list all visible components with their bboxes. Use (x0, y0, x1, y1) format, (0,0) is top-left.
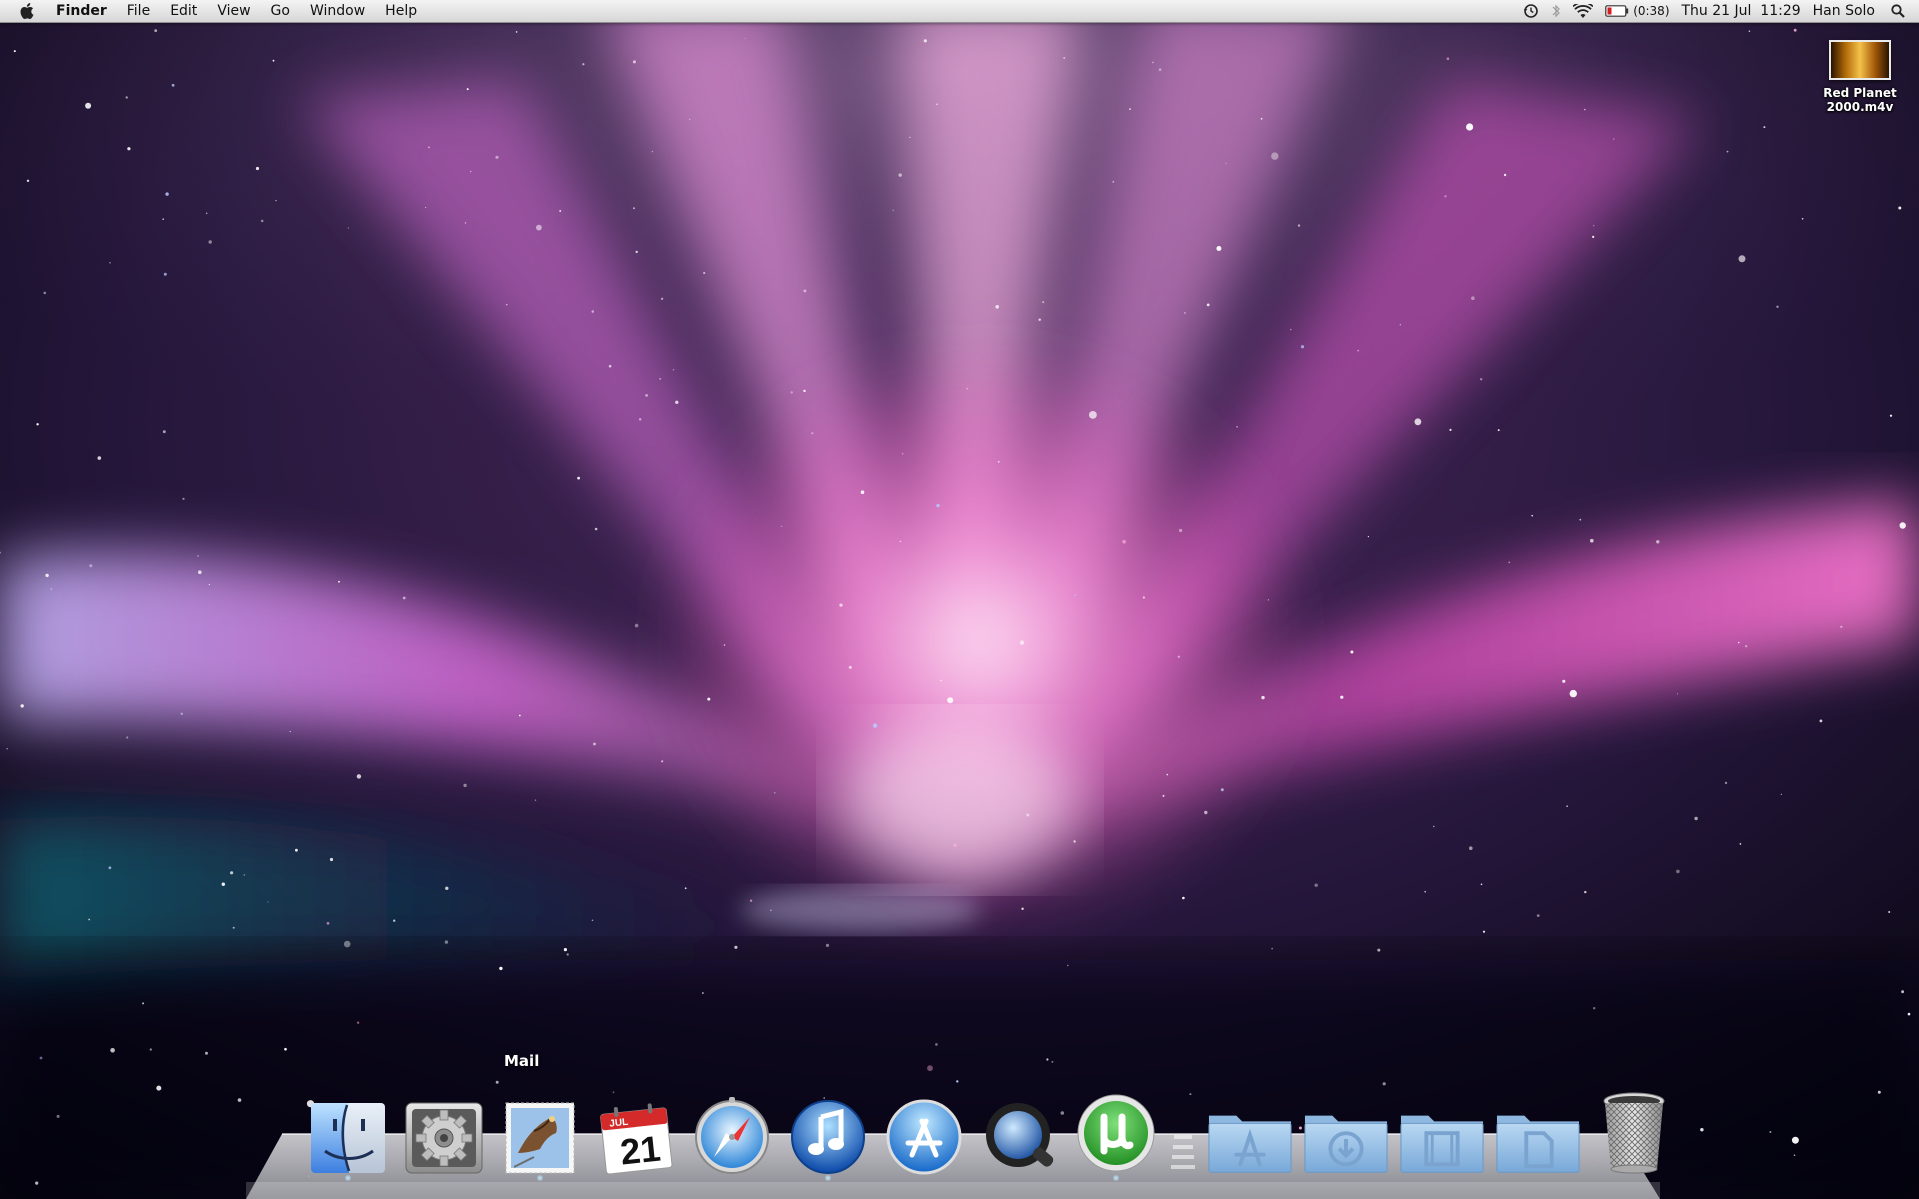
mu-icon (1077, 1094, 1155, 1172)
dock-stack-applications[interactable] (1207, 1085, 1293, 1175)
dock-safari[interactable] (689, 1085, 775, 1175)
dock-stack-documents[interactable] (1495, 1085, 1581, 1175)
menu-app-finder[interactable]: Finder (48, 0, 117, 22)
dock-trash[interactable] (1591, 1085, 1677, 1175)
running-indicator (825, 1175, 831, 1181)
menu-view[interactable]: View (207, 0, 260, 22)
dock-itunes[interactable] (785, 1085, 871, 1181)
menu-go[interactable]: Go (261, 0, 300, 22)
documents-folder-icon (1496, 1115, 1580, 1173)
apple-logo-icon[interactable] (16, 0, 38, 22)
dock-utorrent[interactable] (1073, 1085, 1159, 1181)
desktop-file-label: Red Planet 2000.m4v (1823, 86, 1897, 114)
dock: JUL 21 (300, 1085, 1682, 1181)
menubar-user-name[interactable]: Han Solo (1813, 3, 1875, 19)
downloads-folder-icon (1304, 1115, 1388, 1173)
menu-window[interactable]: Window (300, 0, 375, 22)
applications-folder-icon (1208, 1115, 1292, 1173)
trash-icon (1603, 1092, 1665, 1174)
quicktime-icon (986, 1103, 1054, 1167)
dock-finder[interactable] (305, 1085, 391, 1181)
aurora-wallpaper (0, 0, 1919, 1199)
compass-icon (695, 1097, 769, 1174)
dock-separator (1168, 1095, 1198, 1175)
menu-bar: Finder File Edit View Go Window Help (0:… (0, 0, 1919, 23)
desktop[interactable]: Finder File Edit View Go Window Help (0:… (0, 0, 1919, 1199)
dock-ical[interactable]: JUL 21 (593, 1085, 679, 1175)
dock-app-store[interactable] (881, 1085, 967, 1175)
calendar-day: 21 (618, 1128, 662, 1173)
movie-thumbnail-icon (1829, 40, 1891, 80)
calendar-month: JUL (609, 1117, 629, 1130)
gear-icon (405, 1102, 483, 1174)
bluetooth-icon[interactable] (1551, 3, 1561, 19)
running-indicator (1113, 1175, 1119, 1181)
time-machine-icon[interactable] (1523, 3, 1539, 19)
finder-icon (311, 1103, 385, 1173)
battery-indicator[interactable]: (0:38) (1605, 4, 1670, 18)
menubar-clock[interactable]: Thu 21 Jul 11:29 (1682, 3, 1801, 19)
running-indicator (345, 1175, 351, 1181)
menu-help[interactable]: Help (375, 0, 427, 22)
dock-system-preferences[interactable] (401, 1085, 487, 1175)
battery-icon (1605, 5, 1629, 17)
running-indicator (537, 1175, 543, 1181)
movies-folder-icon (1400, 1115, 1484, 1173)
calendar-icon: JUL 21 (600, 1103, 673, 1175)
dock-stack-movies[interactable] (1399, 1085, 1485, 1175)
mail-stamp-icon (505, 1102, 575, 1174)
wifi-icon[interactable] (1573, 3, 1594, 19)
app-store-icon (886, 1099, 962, 1175)
dock-quicktime[interactable] (977, 1085, 1063, 1175)
menu-edit[interactable]: Edit (160, 0, 207, 22)
battery-time: (0:38) (1633, 4, 1670, 18)
music-note-icon (791, 1100, 865, 1174)
menu-file[interactable]: File (117, 0, 160, 22)
spotlight-icon[interactable] (1891, 4, 1905, 18)
desktop-file-red-planet[interactable]: Red Planet 2000.m4v (1808, 40, 1912, 114)
dock-mail[interactable] (497, 1085, 583, 1181)
dock-tooltip: Mail (504, 1052, 540, 1070)
dock-stack-downloads[interactable] (1303, 1085, 1389, 1175)
